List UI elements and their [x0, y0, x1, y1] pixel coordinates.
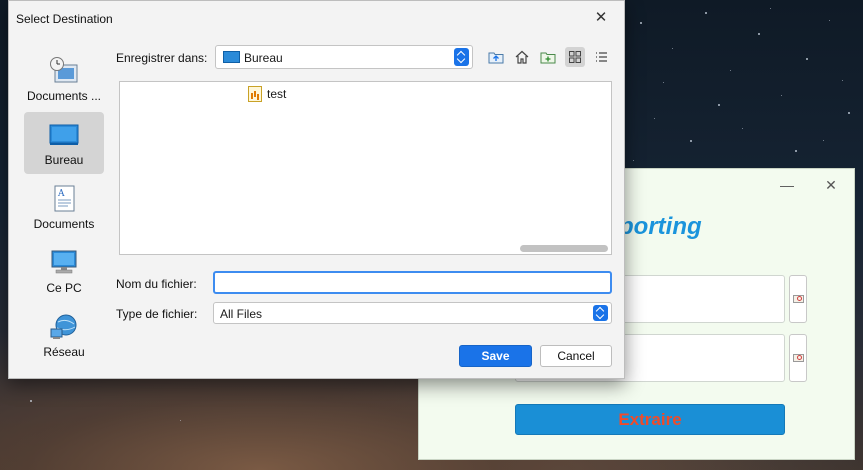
- close-icon[interactable]: ✕: [821, 175, 841, 195]
- filetype-label: Type de fichier:: [116, 307, 198, 321]
- extract-button[interactable]: Extraire: [515, 404, 785, 435]
- horizontal-scrollbar[interactable]: [520, 245, 608, 252]
- desktop-icon: [223, 51, 240, 63]
- places-sidebar: Documents ... Bureau A Documents Ce PC R…: [24, 48, 106, 368]
- cancel-button[interactable]: Cancel: [540, 345, 612, 367]
- place-label: Bureau: [44, 153, 84, 167]
- look-in-label: Enregistrer dans:: [116, 51, 208, 65]
- spreadsheet-file-icon: [248, 86, 262, 102]
- place-label: Documents ...: [26, 89, 102, 103]
- place-this-pc[interactable]: Ce PC: [24, 240, 104, 302]
- new-folder-button[interactable]: [538, 47, 558, 67]
- home-icon: [515, 50, 529, 64]
- filetype-combobox[interactable]: All Files: [213, 302, 612, 324]
- place-network[interactable]: Réseau: [24, 304, 104, 366]
- up-folder-icon: [488, 52, 504, 64]
- filename-input[interactable]: [213, 271, 612, 294]
- up-folder-button[interactable]: [486, 47, 506, 67]
- file-list[interactable]: test: [119, 81, 612, 255]
- list-view-icon: [596, 52, 607, 62]
- select-destination-dialog: Select Destination ✕ Documents ... Burea…: [8, 0, 625, 379]
- dialog-title: Select Destination: [16, 12, 113, 26]
- icon-view-button[interactable]: [565, 47, 585, 67]
- place-documents[interactable]: A Documents: [24, 176, 104, 238]
- home-button[interactable]: [512, 47, 532, 67]
- close-icon[interactable]: ✕: [592, 9, 610, 27]
- minimize-icon[interactable]: —: [777, 175, 797, 195]
- place-desktop[interactable]: Bureau: [24, 112, 104, 174]
- desktop-icon: [49, 124, 79, 145]
- network-icon: [50, 314, 77, 339]
- recent-documents-icon: [50, 57, 78, 83]
- browse-input-button[interactable]: [789, 275, 807, 323]
- place-label: Réseau: [43, 345, 85, 359]
- folder-icon: [793, 354, 804, 362]
- look-in-combobox[interactable]: Bureau: [215, 45, 473, 69]
- place-recent-documents[interactable]: Documents ...: [24, 48, 104, 110]
- svg-text:A: A: [57, 189, 65, 199]
- chevron-updown-icon[interactable]: [593, 305, 608, 321]
- filetype-value: All Files: [220, 307, 263, 321]
- place-label: Documents: [33, 217, 95, 231]
- file-name: test: [267, 87, 287, 101]
- documents-icon: A: [54, 185, 75, 212]
- computer-icon: [51, 250, 77, 274]
- look-in-value: Bureau: [244, 51, 283, 65]
- filename-label: Nom du fichier:: [116, 277, 197, 291]
- new-folder-icon: [540, 52, 556, 64]
- folder-icon: [793, 295, 804, 303]
- browse-output-button[interactable]: [789, 334, 807, 382]
- place-label: Ce PC: [46, 281, 82, 295]
- save-button[interactable]: Save: [459, 345, 532, 367]
- app-heading: porting: [619, 213, 702, 240]
- list-view-button[interactable]: [591, 47, 611, 67]
- chevron-updown-icon[interactable]: [454, 48, 469, 66]
- icon-view-icon: [569, 51, 581, 63]
